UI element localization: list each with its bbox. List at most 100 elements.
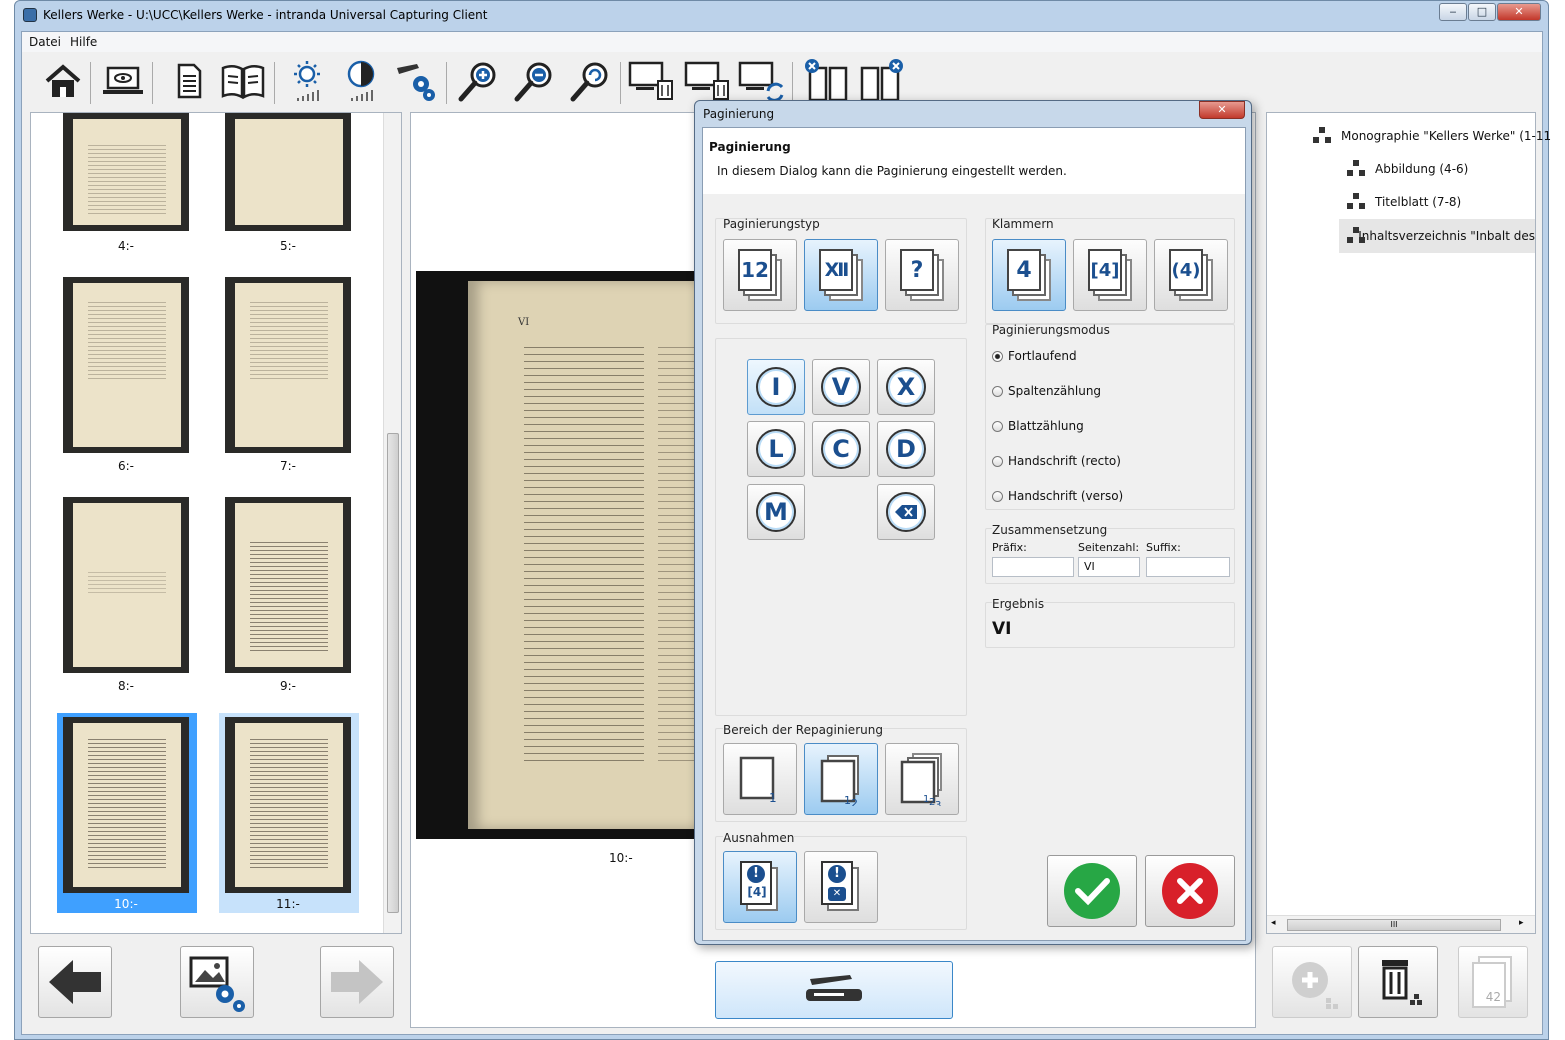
roman-backspace-button[interactable] bbox=[877, 484, 935, 540]
brightness-button[interactable] bbox=[284, 58, 330, 104]
zoom-reset-button[interactable] bbox=[568, 58, 614, 104]
roman-keypad: I V X L C D M bbox=[715, 338, 967, 716]
tree-item-abbildung[interactable]: Abbildung (4-6) bbox=[1347, 160, 1468, 178]
menu-hilfe[interactable]: Hilfe bbox=[70, 35, 97, 49]
scanner-settings-button[interactable] bbox=[392, 58, 438, 104]
mode-handschrift-verso-radio[interactable]: Handschrift (verso) bbox=[992, 489, 1123, 503]
next-button[interactable] bbox=[320, 946, 394, 1018]
tree-item-monographie[interactable]: Monographie "Kellers Werke" (1-11 bbox=[1313, 127, 1551, 145]
tree-item-label: Titelblatt (7-8) bbox=[1375, 195, 1462, 209]
delete-page-button[interactable] bbox=[628, 58, 674, 104]
thumbnail-scrollbar[interactable] bbox=[383, 113, 401, 933]
thumbnail-10-selected[interactable]: 10:- bbox=[57, 713, 197, 913]
zoom-out-icon bbox=[514, 62, 552, 102]
roman-key-c[interactable]: C bbox=[812, 421, 870, 477]
page-header: VI bbox=[518, 317, 530, 328]
roman-key-x[interactable]: X bbox=[877, 359, 935, 415]
thumbnail-4[interactable] bbox=[63, 113, 189, 231]
zoom-out-button[interactable] bbox=[512, 58, 558, 104]
delete-structure-button[interactable] bbox=[1358, 946, 1438, 1018]
roman-key-d[interactable]: D bbox=[877, 421, 935, 477]
suffix-input[interactable] bbox=[1146, 557, 1230, 577]
mode-blattzaehlung-radio[interactable]: Blattzählung bbox=[992, 419, 1084, 433]
bracket-square-button[interactable]: [4] bbox=[1073, 239, 1147, 311]
title-bar: Kellers Werke - U:\UCC\Kellers Werke - i… bbox=[15, 1, 1548, 31]
add-structure-button[interactable] bbox=[1272, 946, 1352, 1018]
mode-handschrift-recto-radio[interactable]: Handschrift (recto) bbox=[992, 454, 1121, 468]
page-number-input[interactable]: VI bbox=[1078, 557, 1140, 577]
prefix-input[interactable] bbox=[992, 557, 1074, 577]
tree-item-label: Inhaltsverzeichnis "Inbalt des bbox=[1358, 229, 1535, 243]
page-number-label: Seitenzahl: bbox=[1078, 541, 1140, 554]
scan-button[interactable] bbox=[715, 961, 953, 1019]
klammern-group: Klammern 4 [4] (4) bbox=[985, 217, 1235, 324]
remove-right-page-button[interactable] bbox=[858, 58, 904, 104]
roman-key-l[interactable]: L bbox=[747, 421, 805, 477]
ok-button[interactable] bbox=[1047, 855, 1137, 927]
home-button[interactable] bbox=[40, 58, 86, 104]
right-page-remove-icon bbox=[860, 59, 903, 102]
range-following-button[interactable]: 12 bbox=[804, 743, 878, 815]
dialog-header: Paginierung In diesem Dialog kann die Pa… bbox=[703, 128, 1245, 194]
group-label: Ergebnis bbox=[992, 597, 1045, 611]
thumbnail-11[interactable]: 11:- bbox=[219, 713, 359, 913]
bracket-round-button[interactable]: (4) bbox=[1154, 239, 1228, 311]
thumbnail-7[interactable] bbox=[225, 277, 351, 453]
thumbnail-5[interactable] bbox=[225, 113, 351, 231]
delete-all-button[interactable] bbox=[684, 58, 730, 104]
exception-bracket-button[interactable]: ! [4] bbox=[723, 851, 797, 923]
menu-datei[interactable]: Datei bbox=[29, 35, 61, 49]
type-arabic-button[interactable]: 12 bbox=[723, 239, 797, 311]
group-label: Zusammensetzung bbox=[992, 523, 1108, 537]
tree-horizontal-scrollbar[interactable]: ◂ III ▸ bbox=[1267, 915, 1535, 933]
structure-icon bbox=[1347, 227, 1365, 245]
cancel-icon bbox=[1162, 863, 1218, 919]
roman-pages-icon: XII bbox=[819, 249, 863, 301]
remove-left-page-button[interactable] bbox=[804, 58, 850, 104]
preview-button[interactable] bbox=[100, 58, 146, 104]
roman-key-m[interactable]: M bbox=[747, 484, 805, 540]
bracket-square-icon: [4] bbox=[1088, 249, 1132, 301]
scrollbar-thumb[interactable] bbox=[387, 433, 399, 913]
mode-spaltenzaehlung-radio[interactable]: Spaltenzählung bbox=[992, 384, 1101, 398]
single-page-button[interactable] bbox=[166, 58, 212, 104]
range-all-button[interactable]: 123 bbox=[885, 743, 959, 815]
close-button[interactable]: ✕ bbox=[1497, 3, 1541, 21]
tree-item-label: Abbildung (4-6) bbox=[1375, 162, 1469, 176]
dialog-description: In diesem Dialog kann die Paginierung ei… bbox=[717, 164, 1067, 178]
structure-icon bbox=[1347, 193, 1365, 211]
thumbnail-9[interactable] bbox=[225, 497, 351, 673]
image-settings-button[interactable] bbox=[180, 946, 254, 1018]
tree-item-titelblatt[interactable]: Titelblatt (7-8) bbox=[1347, 193, 1461, 211]
thumbnail-8[interactable] bbox=[63, 497, 189, 673]
structure-icon bbox=[1313, 127, 1331, 145]
ergebnis-group: Ergebnis VI bbox=[985, 597, 1235, 648]
type-unknown-button[interactable]: ? bbox=[885, 239, 959, 311]
roman-key-v[interactable]: V bbox=[812, 359, 870, 415]
maximize-button[interactable]: □ bbox=[1468, 3, 1496, 21]
unknown-pages-icon: ? bbox=[900, 249, 944, 301]
bracket-none-button[interactable]: 4 bbox=[992, 239, 1066, 311]
scrollbar-thumb[interactable]: III bbox=[1287, 919, 1501, 931]
exception-remove-button[interactable]: ! ✕ bbox=[804, 851, 878, 923]
pagination-button[interactable]: 42 bbox=[1458, 946, 1528, 1018]
range-single-button[interactable]: 1 bbox=[723, 743, 797, 815]
thumbnail-6[interactable] bbox=[63, 277, 189, 453]
brightness-icon bbox=[294, 61, 320, 101]
contrast-button[interactable] bbox=[338, 58, 384, 104]
arrow-left-icon bbox=[49, 960, 101, 1004]
mode-fortlaufend-radio[interactable]: Fortlaufend bbox=[992, 349, 1077, 363]
exception-remove-icon: ! ✕ bbox=[819, 861, 863, 913]
previous-button[interactable] bbox=[38, 946, 112, 1018]
single-range-icon: 1 bbox=[739, 756, 777, 805]
type-roman-button[interactable]: XII bbox=[804, 239, 878, 311]
tree-item-inhaltsverzeichnis[interactable]: Inhaltsverzeichnis "Inbalt des bbox=[1339, 219, 1535, 253]
double-page-button[interactable] bbox=[220, 58, 266, 104]
roman-key-i[interactable]: I bbox=[747, 359, 805, 415]
zoom-in-button[interactable] bbox=[456, 58, 502, 104]
left-page-remove-icon bbox=[805, 59, 848, 102]
dialog-close-button[interactable]: ✕ bbox=[1199, 101, 1245, 119]
replace-page-button[interactable] bbox=[738, 58, 784, 104]
cancel-button[interactable] bbox=[1145, 855, 1235, 927]
minimize-button[interactable]: ‒ bbox=[1439, 3, 1467, 21]
